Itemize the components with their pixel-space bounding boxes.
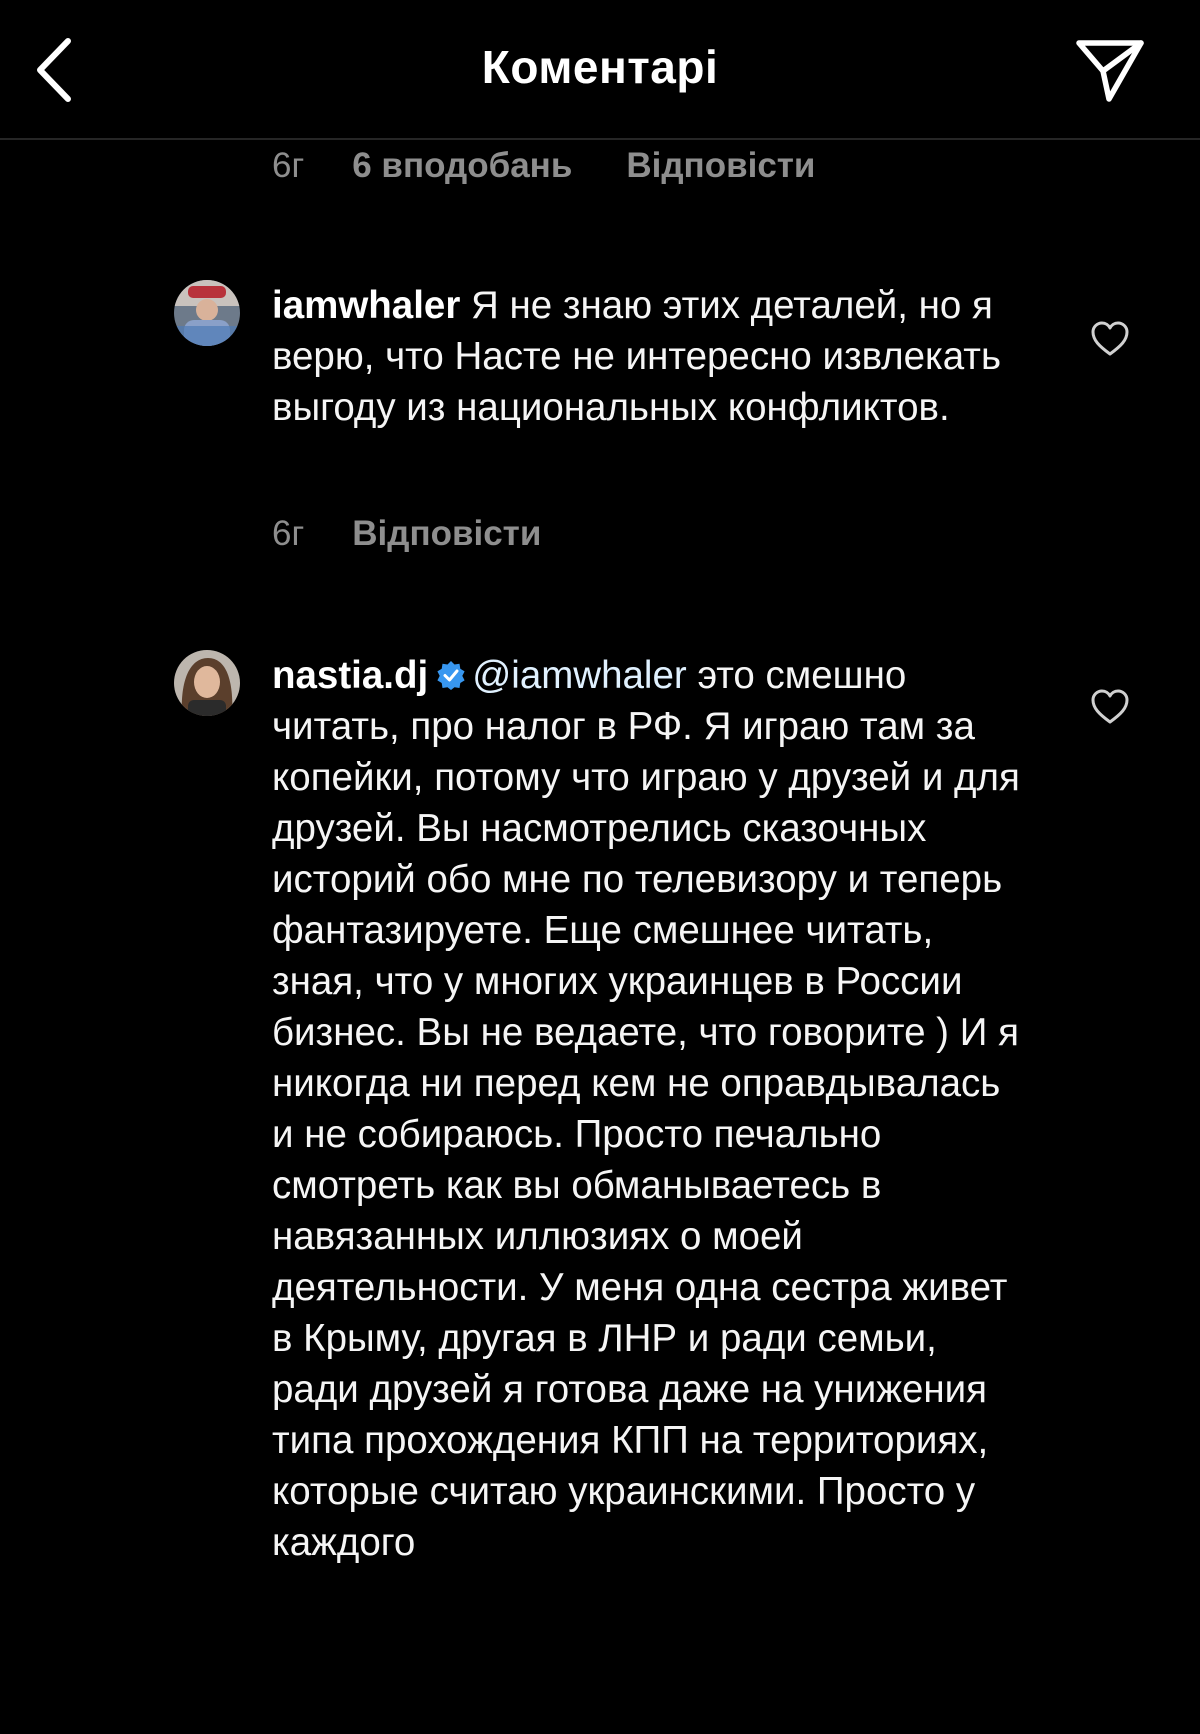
mention-link[interactable]: @iamwhaler bbox=[472, 654, 687, 697]
comment-username[interactable]: iamwhaler bbox=[272, 284, 460, 327]
reply-button[interactable]: Відповісти bbox=[352, 514, 541, 554]
comment-username[interactable]: nastia.dj bbox=[272, 654, 428, 697]
likes-count-link[interactable]: 6 вподобань bbox=[352, 146, 572, 186]
send-icon bbox=[1076, 40, 1144, 102]
heart-outline-icon[interactable] bbox=[1090, 319, 1130, 359]
comment-meta-row: 6г 6 вподобань Відповісти bbox=[272, 146, 815, 186]
comment-text: это смешно читать, про налог в РФ. Я игр… bbox=[272, 654, 1020, 1564]
header-bar: Коментарі bbox=[0, 0, 1200, 140]
heart-outline-icon[interactable] bbox=[1090, 687, 1130, 727]
comment-text-block: iamwhaler Я не знаю этих деталей, но я в… bbox=[272, 280, 1032, 433]
comment-time: 6г bbox=[272, 146, 305, 185]
avatar[interactable] bbox=[174, 280, 240, 346]
avatar-image bbox=[174, 280, 240, 346]
comment-meta-row: 6г Відповісти bbox=[272, 514, 541, 554]
share-button[interactable] bbox=[1072, 32, 1148, 108]
avatar[interactable] bbox=[174, 650, 240, 716]
verified-badge-icon bbox=[437, 661, 465, 690]
comment-time: 6г bbox=[272, 514, 305, 553]
comment-text-block: nastia.dj @iamwhaler это смешно читать, … bbox=[272, 650, 1032, 1568]
avatar-image bbox=[174, 650, 240, 716]
reply-button[interactable]: Відповісти bbox=[626, 146, 815, 186]
page-title: Коментарі bbox=[481, 41, 719, 93]
